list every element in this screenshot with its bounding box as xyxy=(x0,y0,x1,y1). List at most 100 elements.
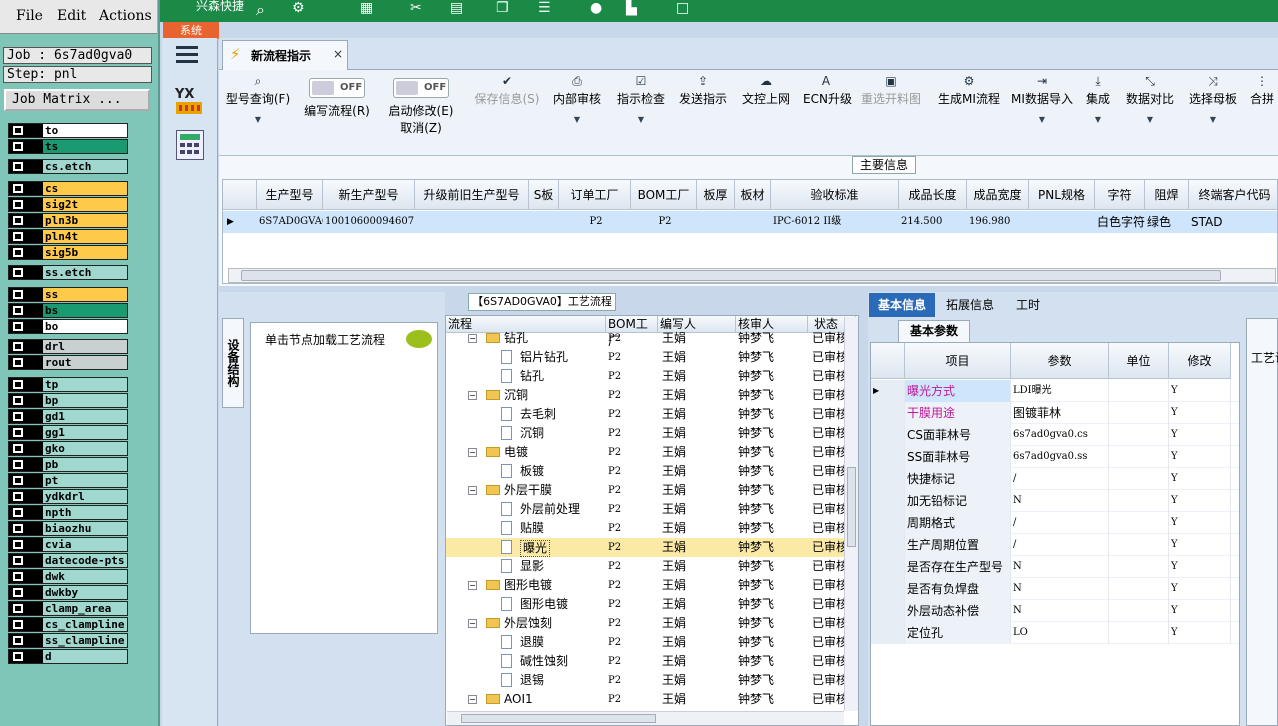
layer-name[interactable]: bp xyxy=(43,394,127,407)
layer-name[interactable]: dwkby xyxy=(43,586,127,599)
layer-checkbox[interactable] xyxy=(13,460,23,469)
param-row[interactable]: 生产周期位置 / Y xyxy=(871,534,1239,556)
param-row[interactable]: 是否存在生产型号 N Y xyxy=(871,556,1239,578)
layer-row[interactable]: pt xyxy=(8,473,128,488)
menu-file[interactable]: File xyxy=(16,8,43,24)
param-row[interactable]: 干膜用途 图镀菲林 Y xyxy=(871,402,1239,424)
collapse-toggle-icon[interactable]: − xyxy=(468,448,477,457)
layer-checkbox[interactable] xyxy=(13,184,23,193)
menu-actions[interactable]: Actions xyxy=(99,8,152,24)
param-cell[interactable]: / xyxy=(1011,512,1109,534)
dropdown-arrow-icon[interactable]: ▼ xyxy=(223,115,293,124)
row-selector[interactable] xyxy=(871,512,905,534)
layer-checkbox[interactable] xyxy=(13,162,23,171)
param-row[interactable]: 快捷标记 / Y xyxy=(871,468,1239,490)
toolbar-button-3[interactable]: ✔ 保存信息(S) xyxy=(471,70,543,156)
column-header[interactable]: 成品长度 xyxy=(899,180,967,210)
scrollbar-thumb[interactable] xyxy=(461,714,656,723)
toolbar-button-6[interactable]: ⇪ 发送指示 xyxy=(677,70,729,156)
tab-extended-info[interactable]: 拓展信息 xyxy=(940,293,1000,317)
tree-row[interactable]: − 外层干膜 P2 王娟 钟梦飞 已审核 xyxy=(446,481,846,500)
layer-checkbox[interactable] xyxy=(13,322,23,331)
layer-name[interactable]: pln4t xyxy=(43,230,127,243)
layer-checkbox[interactable] xyxy=(13,572,23,581)
column-header[interactable]: 终端客户代码 xyxy=(1189,180,1277,210)
layer-row[interactable]: to xyxy=(8,123,128,138)
layer-row[interactable]: ydkdrl xyxy=(8,489,128,504)
row-selector[interactable] xyxy=(871,446,905,468)
layer-row[interactable]: bp xyxy=(8,393,128,408)
tree-row[interactable]: 外层前处理 P2 王娟 钟梦飞 已审核 xyxy=(446,500,846,519)
toolbar-button-0[interactable]: ⌕ 型号查询(F) ▼ xyxy=(223,70,293,156)
layer-name[interactable]: gd1 xyxy=(43,410,127,423)
grid-icon[interactable]: ▦ xyxy=(360,0,373,16)
layer-row[interactable]: ss xyxy=(8,287,128,302)
column-header[interactable]: PNL规格 xyxy=(1029,180,1095,210)
collapse-toggle-icon[interactable]: − xyxy=(468,581,477,590)
layer-checkbox[interactable] xyxy=(13,604,23,613)
vertical-scrollbar[interactable] xyxy=(844,317,858,711)
dropdown-arrow-icon[interactable]: ▼ xyxy=(1009,115,1075,124)
horizontal-scrollbar[interactable] xyxy=(228,268,1276,283)
param-row[interactable]: 周期格式 / Y xyxy=(871,512,1239,534)
toggle-switch[interactable]: OFF xyxy=(393,78,449,98)
dropdown-arrow-icon[interactable]: ▼ xyxy=(1185,115,1241,124)
column-header[interactable]: 成品宽度 xyxy=(967,180,1029,210)
scrollbar-thumb[interactable] xyxy=(847,467,856,547)
layer-row[interactable]: drl xyxy=(8,339,128,354)
toolbar-button-13[interactable]: ⤡ 数据对比 ▼ xyxy=(1123,70,1177,156)
row-selector[interactable] xyxy=(871,556,905,578)
param-row[interactable]: 是否有负焊盘 N Y xyxy=(871,578,1239,600)
layer-row[interactable]: pln3b xyxy=(8,213,128,228)
column-header[interactable]: 板厚 xyxy=(697,180,735,210)
param-cell[interactable]: / xyxy=(1011,534,1109,556)
column-header[interactable]: 升级前旧生产型号 xyxy=(415,180,529,210)
column-header[interactable]: 新生产型号 xyxy=(323,180,415,210)
layer-checkbox[interactable] xyxy=(13,380,23,389)
tree-row[interactable]: 钻孔 P2 王娟 钟梦飞 已审核 xyxy=(446,367,846,386)
toolbar-button-2[interactable]: OFF 启动修改(E) 取消(Z) xyxy=(383,70,459,156)
layer-row[interactable]: cs.etch xyxy=(8,159,128,174)
layer-name[interactable]: cs.etch xyxy=(43,160,127,173)
tree-row[interactable]: 铝片钻孔 P2 王娟 钟梦飞 已审核 xyxy=(446,348,846,367)
toolbar-button-5[interactable]: ☑ 指示检查 ▼ xyxy=(615,70,667,156)
column-header[interactable]: 验收标准 xyxy=(771,180,899,210)
toolbar-button-10[interactable]: ⚙ 生成MI流程 xyxy=(933,70,1005,156)
row-selector[interactable] xyxy=(871,402,905,424)
layer-row[interactable]: clamp_area xyxy=(8,601,128,616)
toolbar-button-11[interactable]: ⇥ MI数据导入 ▼ xyxy=(1009,70,1075,156)
collapse-toggle-icon[interactable]: − xyxy=(468,619,477,628)
tree-row[interactable]: 曝光 P2 王娟 钟梦飞 已审核 xyxy=(446,538,846,557)
param-cell[interactable]: LO xyxy=(1011,622,1109,644)
layer-name[interactable]: ydkdrl xyxy=(43,490,127,503)
dropdown-arrow-icon[interactable]: ▼ xyxy=(1123,115,1177,124)
tree-row[interactable]: 图形电镀 P2 王娟 钟梦飞 已审核 xyxy=(446,595,846,614)
tree-row[interactable]: 沉铜 P2 王娟 钟梦飞 已审核 xyxy=(446,424,846,443)
toolbar-button-12[interactable]: ⤓ 集成 ▼ xyxy=(1081,70,1115,156)
layer-row[interactable]: gg1 xyxy=(8,425,128,440)
layer-name[interactable]: gg1 xyxy=(43,426,127,439)
tab-equipment-structure[interactable]: 设备结构 xyxy=(222,318,244,408)
column-header[interactable]: 单位 xyxy=(1109,343,1169,379)
layer-name[interactable]: dwk xyxy=(43,570,127,583)
layer-name[interactable]: cs xyxy=(43,182,127,195)
layer-name[interactable]: pln3b xyxy=(43,214,127,227)
tree-row[interactable]: − 外层蚀刻 P2 王娟 钟梦飞 已审核 xyxy=(446,614,846,633)
column-header[interactable]: 项目 xyxy=(905,343,1011,379)
layer-name[interactable]: tp xyxy=(43,378,127,391)
layer-row[interactable]: bs xyxy=(8,303,128,318)
row-selector[interactable] xyxy=(871,534,905,556)
layer-checkbox[interactable] xyxy=(13,396,23,405)
tab-work-hours[interactable]: 工时 xyxy=(1008,293,1048,317)
column-header[interactable]: 生产型号 xyxy=(257,180,323,210)
layer-row[interactable]: pln4t xyxy=(8,229,128,244)
row-selector[interactable] xyxy=(871,578,905,600)
layer-name[interactable]: drl xyxy=(43,340,127,353)
layer-checkbox[interactable] xyxy=(13,248,23,257)
layer-name[interactable]: ss xyxy=(43,288,127,301)
layer-checkbox[interactable] xyxy=(13,290,23,299)
layer-name[interactable]: sig2t xyxy=(43,198,127,211)
layer-row[interactable]: sig5b xyxy=(8,245,128,260)
tab-basic-info[interactable]: 基本信息 xyxy=(869,293,935,317)
layer-checkbox[interactable] xyxy=(13,200,23,209)
